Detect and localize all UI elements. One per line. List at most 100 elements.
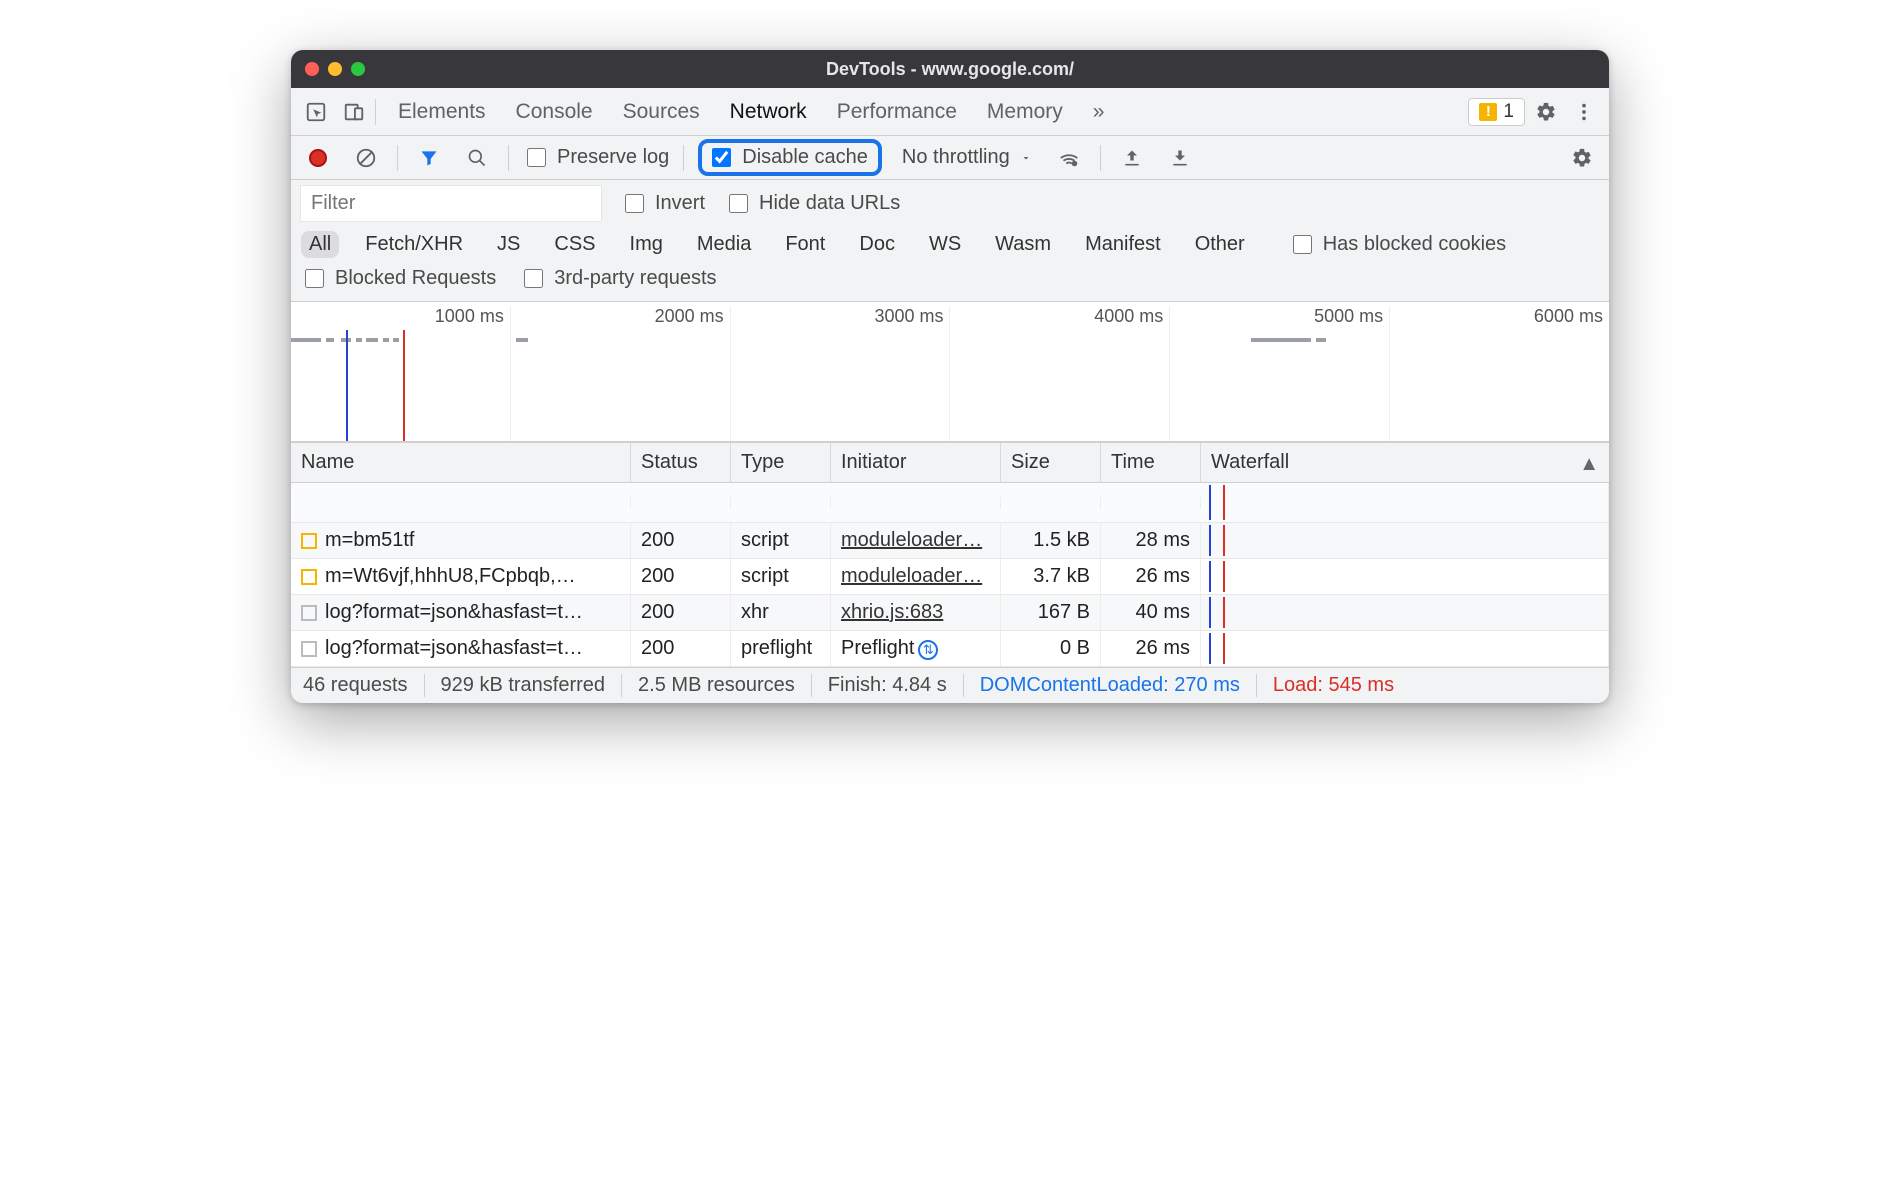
separator xyxy=(375,99,376,125)
script-file-icon xyxy=(301,569,317,585)
col-name[interactable]: Name xyxy=(291,443,631,482)
request-size: 0 B xyxy=(1001,631,1101,666)
table-row[interactable]: log?format=json&hasfast=t… 200 xhr xhrio… xyxy=(291,595,1609,631)
type-pill-ws[interactable]: WS xyxy=(921,231,969,258)
minimize-window-button[interactable] xyxy=(328,62,342,76)
type-pill-js[interactable]: JS xyxy=(489,231,528,258)
throttling-select[interactable]: No throttling xyxy=(896,146,1038,169)
close-window-button[interactable] xyxy=(305,62,319,76)
filter-funnel-icon[interactable] xyxy=(412,141,446,175)
window-title: DevTools - www.google.com/ xyxy=(291,59,1609,80)
disable-cache-checkbox[interactable]: Disable cache xyxy=(708,145,868,170)
search-icon[interactable] xyxy=(460,141,494,175)
issues-warning-icon: ! xyxy=(1479,103,1497,121)
network-conditions-icon[interactable] xyxy=(1052,141,1086,175)
status-requests: 46 requests xyxy=(303,674,425,697)
script-file-icon xyxy=(301,533,317,549)
has-blocked-cookies-label: Has blocked cookies xyxy=(1323,233,1506,256)
request-size: 3.7 kB xyxy=(1001,559,1101,594)
inspect-element-icon[interactable] xyxy=(299,95,333,129)
request-status: 200 xyxy=(631,595,731,630)
download-har-icon[interactable] xyxy=(1163,141,1197,175)
type-pill-media[interactable]: Media xyxy=(689,231,759,258)
issues-badge[interactable]: ! 1 xyxy=(1468,98,1525,126)
tabs-overflow-icon[interactable]: » xyxy=(1093,100,1105,124)
filter-input[interactable] xyxy=(301,186,601,221)
col-status[interactable]: Status xyxy=(631,443,731,482)
table-row[interactable]: log?format=json&hasfast=t… 200 preflight… xyxy=(291,631,1609,667)
has-blocked-cookies-checkbox[interactable]: Has blocked cookies xyxy=(1289,232,1506,257)
timeline-tick: 2000 ms xyxy=(510,306,730,442)
request-status: 200 xyxy=(631,523,731,558)
type-pill-wasm[interactable]: Wasm xyxy=(987,231,1059,258)
status-finish: Finish: 4.84 s xyxy=(812,674,964,697)
settings-gear-icon[interactable] xyxy=(1529,95,1563,129)
preserve-log-label: Preserve log xyxy=(557,146,669,169)
type-pill-font[interactable]: Font xyxy=(777,231,833,258)
network-toolbar: Preserve log Disable cache No throttling xyxy=(291,136,1609,180)
main-tabbar: Elements Console Sources Network Perform… xyxy=(291,88,1609,136)
kebab-menu-icon[interactable] xyxy=(1567,95,1601,129)
document-file-icon xyxy=(301,641,317,657)
request-type: script xyxy=(731,559,831,594)
third-party-checkbox[interactable]: 3rd-party requests xyxy=(520,266,716,291)
titlebar: DevTools - www.google.com/ xyxy=(291,50,1609,88)
table-row[interactable]: m=bm51tf 200 script moduleloader… 1.5 kB… xyxy=(291,523,1609,559)
status-load: Load: 545 ms xyxy=(1257,674,1410,697)
hide-data-urls-checkbox[interactable]: Hide data URLs xyxy=(725,191,900,216)
col-type[interactable]: Type xyxy=(731,443,831,482)
document-file-icon xyxy=(301,605,317,621)
clear-icon[interactable] xyxy=(349,141,383,175)
tab-memory[interactable]: Memory xyxy=(987,100,1063,124)
status-dcl: DOMContentLoaded: 270 ms xyxy=(964,674,1257,697)
third-party-label: 3rd-party requests xyxy=(554,267,716,290)
tab-network[interactable]: Network xyxy=(730,100,807,124)
timeline-tick: 5000 ms xyxy=(1169,306,1389,442)
tab-elements[interactable]: Elements xyxy=(398,100,486,124)
type-pill-all[interactable]: All xyxy=(301,231,339,258)
col-initiator[interactable]: Initiator xyxy=(831,443,1001,482)
device-toolbar-icon[interactable] xyxy=(337,95,371,129)
invert-checkbox[interactable]: Invert xyxy=(621,191,705,216)
maximize-window-button[interactable] xyxy=(351,62,365,76)
type-pill-manifest[interactable]: Manifest xyxy=(1077,231,1169,258)
timeline-tick: 3000 ms xyxy=(730,306,950,442)
tab-sources[interactable]: Sources xyxy=(623,100,700,124)
type-pill-doc[interactable]: Doc xyxy=(851,231,903,258)
timeline-overview[interactable]: 1000 ms 2000 ms 3000 ms 4000 ms 5000 ms … xyxy=(291,302,1609,442)
invert-label: Invert xyxy=(655,192,705,215)
preserve-log-checkbox[interactable]: Preserve log xyxy=(523,145,669,170)
type-pill-img[interactable]: Img xyxy=(622,231,671,258)
request-initiator[interactable]: moduleloader… xyxy=(841,529,982,551)
request-initiator[interactable]: xhrio.js:683 xyxy=(841,601,943,623)
request-name: m=Wt6vjf,hhhU8,FCpbqb,… xyxy=(325,565,576,588)
col-waterfall[interactable]: Waterfall▲ xyxy=(1201,443,1609,482)
upload-har-icon[interactable] xyxy=(1115,141,1149,175)
table-body: m=bm51tf 200 script moduleloader… 1.5 kB… xyxy=(291,483,1609,667)
status-resources: 2.5 MB resources xyxy=(622,674,812,697)
hide-data-urls-label: Hide data URLs xyxy=(759,192,900,215)
record-button[interactable] xyxy=(301,141,335,175)
timeline-tick: 6000 ms xyxy=(1389,306,1609,442)
table-row[interactable]: m=Wt6vjf,hhhU8,FCpbqb,… 200 script modul… xyxy=(291,559,1609,595)
table-row-spacer xyxy=(291,483,1609,523)
blocked-requests-checkbox[interactable]: Blocked Requests xyxy=(301,266,496,291)
request-type: xhr xyxy=(731,595,831,630)
request-initiator[interactable]: moduleloader… xyxy=(841,565,982,587)
type-pill-css[interactable]: CSS xyxy=(546,231,603,258)
network-request-table: Name Status Type Initiator Size Time Wat… xyxy=(291,442,1609,667)
network-settings-gear-icon[interactable] xyxy=(1565,141,1599,175)
tab-performance[interactable]: Performance xyxy=(837,100,957,124)
status-transferred: 929 kB transferred xyxy=(425,674,623,697)
devtools-window: DevTools - www.google.com/ Elements Cons… xyxy=(291,50,1609,703)
tab-console[interactable]: Console xyxy=(516,100,593,124)
request-status: 200 xyxy=(631,631,731,666)
col-time[interactable]: Time xyxy=(1101,443,1201,482)
type-pill-other[interactable]: Other xyxy=(1187,231,1253,258)
disable-cache-label: Disable cache xyxy=(742,146,868,169)
col-size[interactable]: Size xyxy=(1001,443,1101,482)
type-pill-fetchxhr[interactable]: Fetch/XHR xyxy=(357,231,471,258)
extra-filter-row: Blocked Requests 3rd-party requests xyxy=(291,262,1609,302)
request-type: preflight xyxy=(731,631,831,666)
type-filter-row: All Fetch/XHR JS CSS Img Media Font Doc … xyxy=(291,227,1609,262)
